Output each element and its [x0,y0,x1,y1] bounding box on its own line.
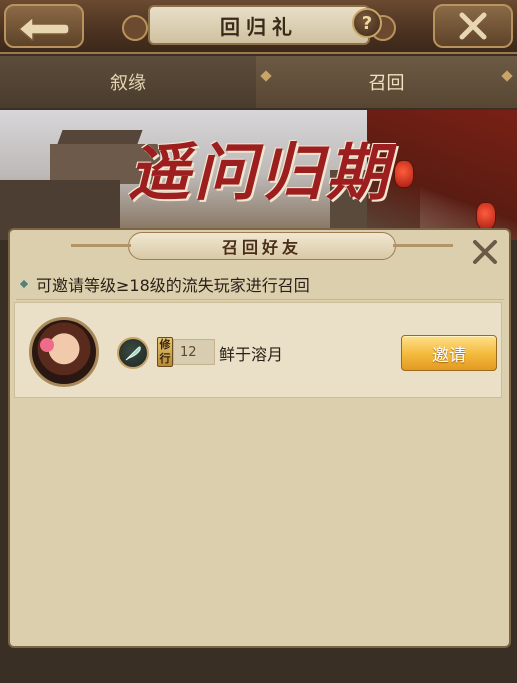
close-button[interactable] [433,4,513,48]
list-item: 修行 12 鲜于溶月 邀请 [14,302,502,398]
dialog-title-plate: 召回好友 [71,232,453,260]
close-icon [473,240,497,264]
invite-rule-text: 可邀请等级≥18级的流失玩家进行召回 [36,275,310,295]
friend-name: 鲜于溶月 [219,345,284,364]
feather-icon [125,346,141,361]
lantern-icon [394,160,414,188]
bottom-strip [0,650,517,683]
tab-label: 叙缘 [110,73,146,94]
invite-rule-row: 可邀请等级≥18级的流失玩家进行召回 [16,268,504,300]
banner-title: 遥问归期 [128,136,393,209]
close-icon [459,12,487,40]
back-button[interactable] [4,4,84,48]
friend-level: 12 [173,339,215,365]
invite-button-label: 邀请 [432,345,466,366]
avatar[interactable] [29,317,99,387]
page-title: 回归礼 [220,14,298,39]
help-button[interactable]: ? [352,8,382,38]
tab-zhaohui[interactable]: 召回 [256,56,517,108]
event-banner: 遥问归期 [0,110,517,240]
tab-xuyuan[interactable]: 叙缘 [0,56,256,108]
diamond-bullet-icon [18,277,30,290]
hair-flower-icon [40,338,54,352]
help-icon: ? [361,12,373,34]
page-title-plate: 回归礼 [122,5,396,45]
invite-button[interactable]: 邀请 [401,335,497,371]
rank-tag: 修行 [157,337,173,367]
dialog-title: 召回好友 [221,238,302,257]
recall-friends-dialog: 召回好友 可邀请等级≥18级的流失玩家进行召回 修行 12 鲜于溶月 邀请 [8,228,511,648]
class-emblem-icon [117,337,149,369]
tab-label: 召回 [368,73,405,94]
top-bar: 回归礼 ? [0,0,517,54]
dialog-close-button[interactable] [469,236,501,268]
tab-bar: 叙缘 召回 [0,56,517,108]
lantern-icon [476,202,496,230]
back-arrow-icon [17,15,70,41]
